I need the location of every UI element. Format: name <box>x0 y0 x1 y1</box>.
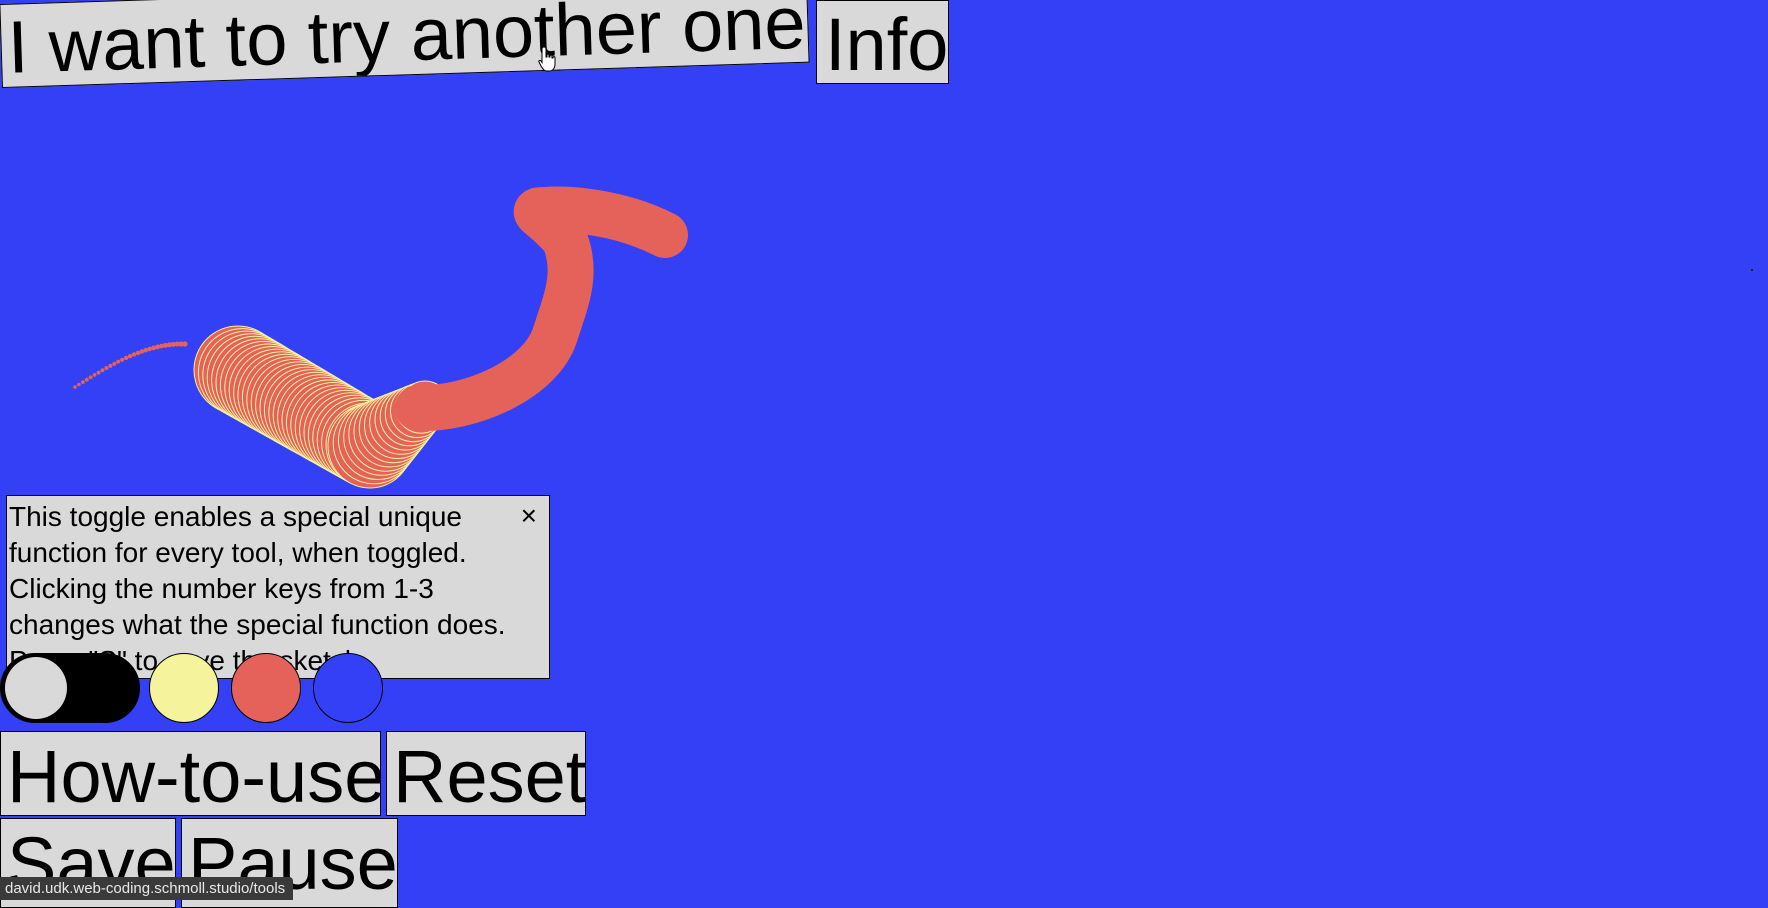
toggle-knob <box>5 657 67 719</box>
brush-dot <box>120 357 125 362</box>
brush-dot <box>139 349 145 354</box>
brush-dot <box>123 355 129 361</box>
dotted-brush-stroke <box>73 341 188 389</box>
color-swatch-yellow[interactable] <box>149 653 219 723</box>
brush-dot <box>88 375 93 380</box>
brush-dot <box>96 370 101 375</box>
special-function-toggle[interactable] <box>0 653 140 723</box>
brush-dot <box>84 377 89 382</box>
status-bar-url: david.udk.web-coding.schmoll.studio/tool… <box>0 877 294 900</box>
brush-dot <box>112 361 117 366</box>
brush-dot <box>131 352 137 357</box>
brush-dot <box>116 359 121 364</box>
color-swatch-blue[interactable] <box>313 653 383 723</box>
close-icon[interactable]: × <box>521 498 537 534</box>
brush-dot <box>104 366 109 370</box>
info-button[interactable]: Info <box>816 0 949 84</box>
how-to-use-button[interactable]: How-to-use <box>0 731 381 816</box>
brush-dot <box>182 341 188 347</box>
brush-dot <box>108 363 113 368</box>
brush-dot <box>73 385 77 389</box>
brush-dot <box>81 380 85 384</box>
hand-pointer-icon <box>538 46 556 72</box>
brush-dot <box>143 347 148 353</box>
special-toggle-tooltip: This toggle enables a special unique fun… <box>6 495 550 679</box>
reset-button[interactable]: Reset <box>386 731 586 816</box>
color-swatch-red[interactable] <box>231 653 301 723</box>
brush-dot <box>147 346 152 352</box>
tooltip-text: This toggle enables a special unique fun… <box>9 501 506 676</box>
thick-brush-stroke <box>395 186 688 432</box>
canvas-speck <box>1751 269 1753 271</box>
brush-dot <box>92 373 97 377</box>
brush-dot <box>127 354 133 359</box>
brush-dot <box>100 368 105 373</box>
brush-dot <box>77 382 81 387</box>
